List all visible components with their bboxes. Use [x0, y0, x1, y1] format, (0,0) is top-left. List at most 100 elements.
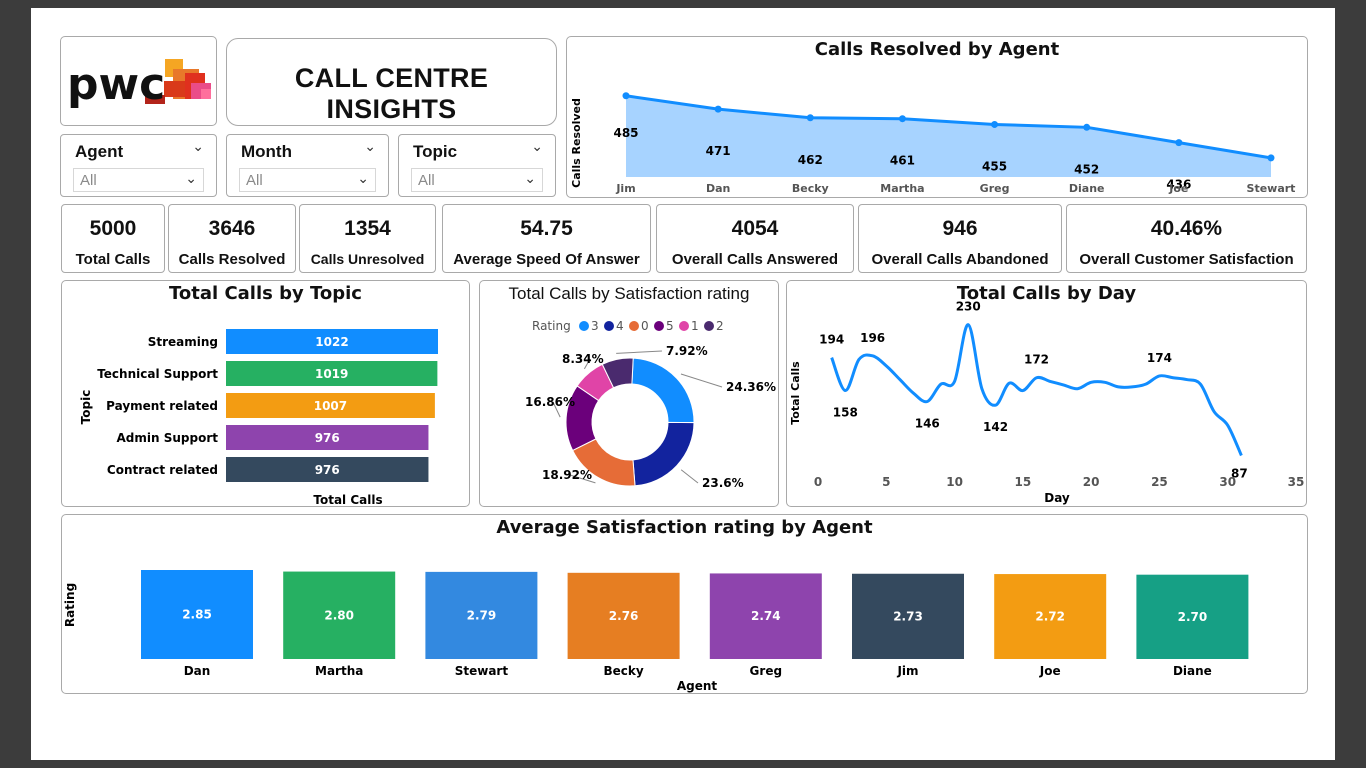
legend-label: 2 [716, 319, 724, 333]
day-chart: Total Calls Day 194 158 196 146 230 142 172 174… [789, 300, 1305, 505]
legend-marker [704, 321, 714, 331]
x-tick-label: Jim [615, 182, 635, 195]
calls-resolved-ylabel: Calls Resolved [570, 98, 583, 188]
data-label: 471 [706, 144, 731, 158]
topic-filter[interactable]: Topic ⌄ All ⌄ [398, 134, 556, 197]
x-tick-label: Greg [980, 182, 1010, 195]
data-point [1175, 139, 1183, 147]
day-chart-xlabel: Day [1044, 491, 1070, 505]
x-tick-label: Greg [750, 664, 783, 678]
data-label: 455 [982, 159, 1007, 173]
rating-chart: Rating Agent 2.85 Dan 2.80 Martha 2.79 Stewar… [63, 570, 1249, 693]
x-tick-label: Joe [1168, 182, 1188, 195]
x-tick-label: 35 [1288, 475, 1305, 489]
legend-marker [654, 321, 664, 331]
data-label: 8.34% [562, 352, 604, 366]
agent-filter-dropdown[interactable]: All ⌄ [73, 168, 204, 192]
app-title-card: CALL CENTRE INSIGHTS [226, 38, 557, 126]
calls-resolved-chart: Calls Resolved 485 Jim 471 Dan 462 Becky 461 Ma… [570, 92, 1296, 195]
leader-line [680, 373, 723, 388]
data-label: 1019 [315, 367, 348, 381]
day-chart-ylabel: Total Calls [789, 361, 802, 425]
logo-text: pwc [67, 59, 165, 110]
pwc-logo: pwc [67, 59, 211, 110]
topic-filter-label: Topic [413, 142, 458, 161]
kpi-label: Overall Calls Abandoned [871, 251, 1049, 268]
data-label: 16.86% [525, 395, 575, 409]
data-point [1267, 154, 1275, 162]
topic-chart-ylabel: Topic [79, 390, 93, 425]
day-chart-card: Total Calls by Day Total Calls Day 194 15… [786, 280, 1307, 507]
x-tick-label: Becky [603, 664, 643, 678]
chevron-down-icon[interactable]: ⌄ [531, 139, 543, 155]
data-label: 452 [1074, 162, 1099, 176]
logo-card: pwc [60, 36, 217, 126]
legend-label: 3 [591, 319, 599, 333]
kpi-label: Overall Calls Answered [671, 251, 839, 268]
chevron-down-icon[interactable]: ⌄ [364, 139, 376, 155]
data-label: 462 [798, 153, 823, 167]
kpi-label: Total Calls [75, 251, 151, 268]
data-label: 18.92% [542, 468, 592, 482]
data-label: 23.6% [702, 476, 744, 490]
y-tick-label: Streaming [148, 335, 218, 349]
chevron-down-icon[interactable]: ⌄ [524, 171, 536, 187]
legend-marker [679, 321, 689, 331]
kpi-value: 946 [942, 217, 978, 240]
kpi-calls-abandoned: 946 Overall Calls Abandoned [858, 204, 1062, 273]
data-label: 485 [613, 126, 638, 140]
x-tick-label: Becky [792, 182, 829, 195]
chevron-down-icon[interactable]: ⌄ [185, 171, 197, 187]
data-label: 2.85 [182, 608, 212, 622]
area-fill [626, 95, 1271, 177]
kpi-total-calls: 5000 Total Calls [61, 204, 165, 273]
chevron-down-icon[interactable]: ⌄ [192, 139, 204, 155]
chevron-down-icon[interactable]: ⌄ [357, 171, 369, 187]
data-point [806, 114, 814, 122]
data-point [898, 115, 906, 123]
data-label: 1007 [314, 399, 347, 413]
kpi-calls-unresolved: 1354 Calls Unresolved [299, 204, 436, 273]
data-label: 158 [833, 406, 858, 420]
data-label: 174 [1147, 351, 1172, 365]
x-tick-label: 5 [882, 475, 890, 489]
kpi-value: 4054 [731, 217, 779, 240]
agent-filter[interactable]: Agent ⌄ All ⌄ [60, 134, 217, 197]
x-tick-label: 10 [946, 475, 963, 489]
data-point [622, 92, 630, 100]
kpi-calls-resolved: 3646 Calls Resolved [168, 204, 296, 273]
data-label: 2.79 [467, 608, 497, 622]
topic-filter-dropdown[interactable]: All ⌄ [411, 168, 543, 192]
month-filter[interactable]: Month ⌄ All ⌄ [226, 134, 389, 197]
satisfaction-chart-card: Total Calls by Satisfaction rating Ratin… [479, 280, 779, 507]
legend-title: Rating [532, 319, 571, 333]
kpi-value: 1354 [344, 217, 391, 240]
legend-label: 0 [641, 319, 649, 333]
y-tick-label: Admin Support [117, 431, 219, 445]
legend-marker [629, 321, 639, 331]
satisfaction-chart: Rating 3 4 0 5 1 2 24.36% 23.6% 18.92% 16.86% 8.34… [525, 319, 776, 490]
legend-label: 1 [691, 319, 699, 333]
rating-chart-card: Average Satisfaction rating by Agent Rat… [61, 514, 1308, 694]
month-filter-dropdown[interactable]: All ⌄ [239, 168, 376, 192]
y-tick-label: Contract related [107, 463, 218, 477]
topic-filter-value: All [418, 172, 435, 189]
data-label: 146 [915, 417, 940, 431]
kpi-value: 3646 [208, 217, 256, 240]
x-tick-label: Stewart [1247, 182, 1296, 195]
x-tick-label: Diane [1173, 664, 1212, 678]
kpi-label: Overall Customer Satisfaction [1079, 251, 1294, 268]
rating-chart-ylabel: Rating [63, 583, 77, 627]
legend-label: 5 [666, 319, 674, 333]
kpi-customer-satisfaction: 40.46% Overall Customer Satisfaction [1066, 204, 1307, 273]
series-line [830, 323, 1243, 457]
month-filter-label: Month [241, 142, 292, 161]
x-tick-label: Jim [896, 664, 918, 678]
x-tick-label: 20 [1083, 475, 1100, 489]
legend-label: 4 [616, 319, 624, 333]
topic-chart: Topic Total Calls Streaming 1022 Technical… [79, 329, 438, 506]
data-label: 142 [983, 420, 1008, 434]
donut-slice [632, 421, 695, 487]
x-tick-label: Stewart [455, 664, 509, 678]
calls-resolved-chart-card: Calls Resolved by Agent Calls Resolved 4… [566, 36, 1308, 198]
